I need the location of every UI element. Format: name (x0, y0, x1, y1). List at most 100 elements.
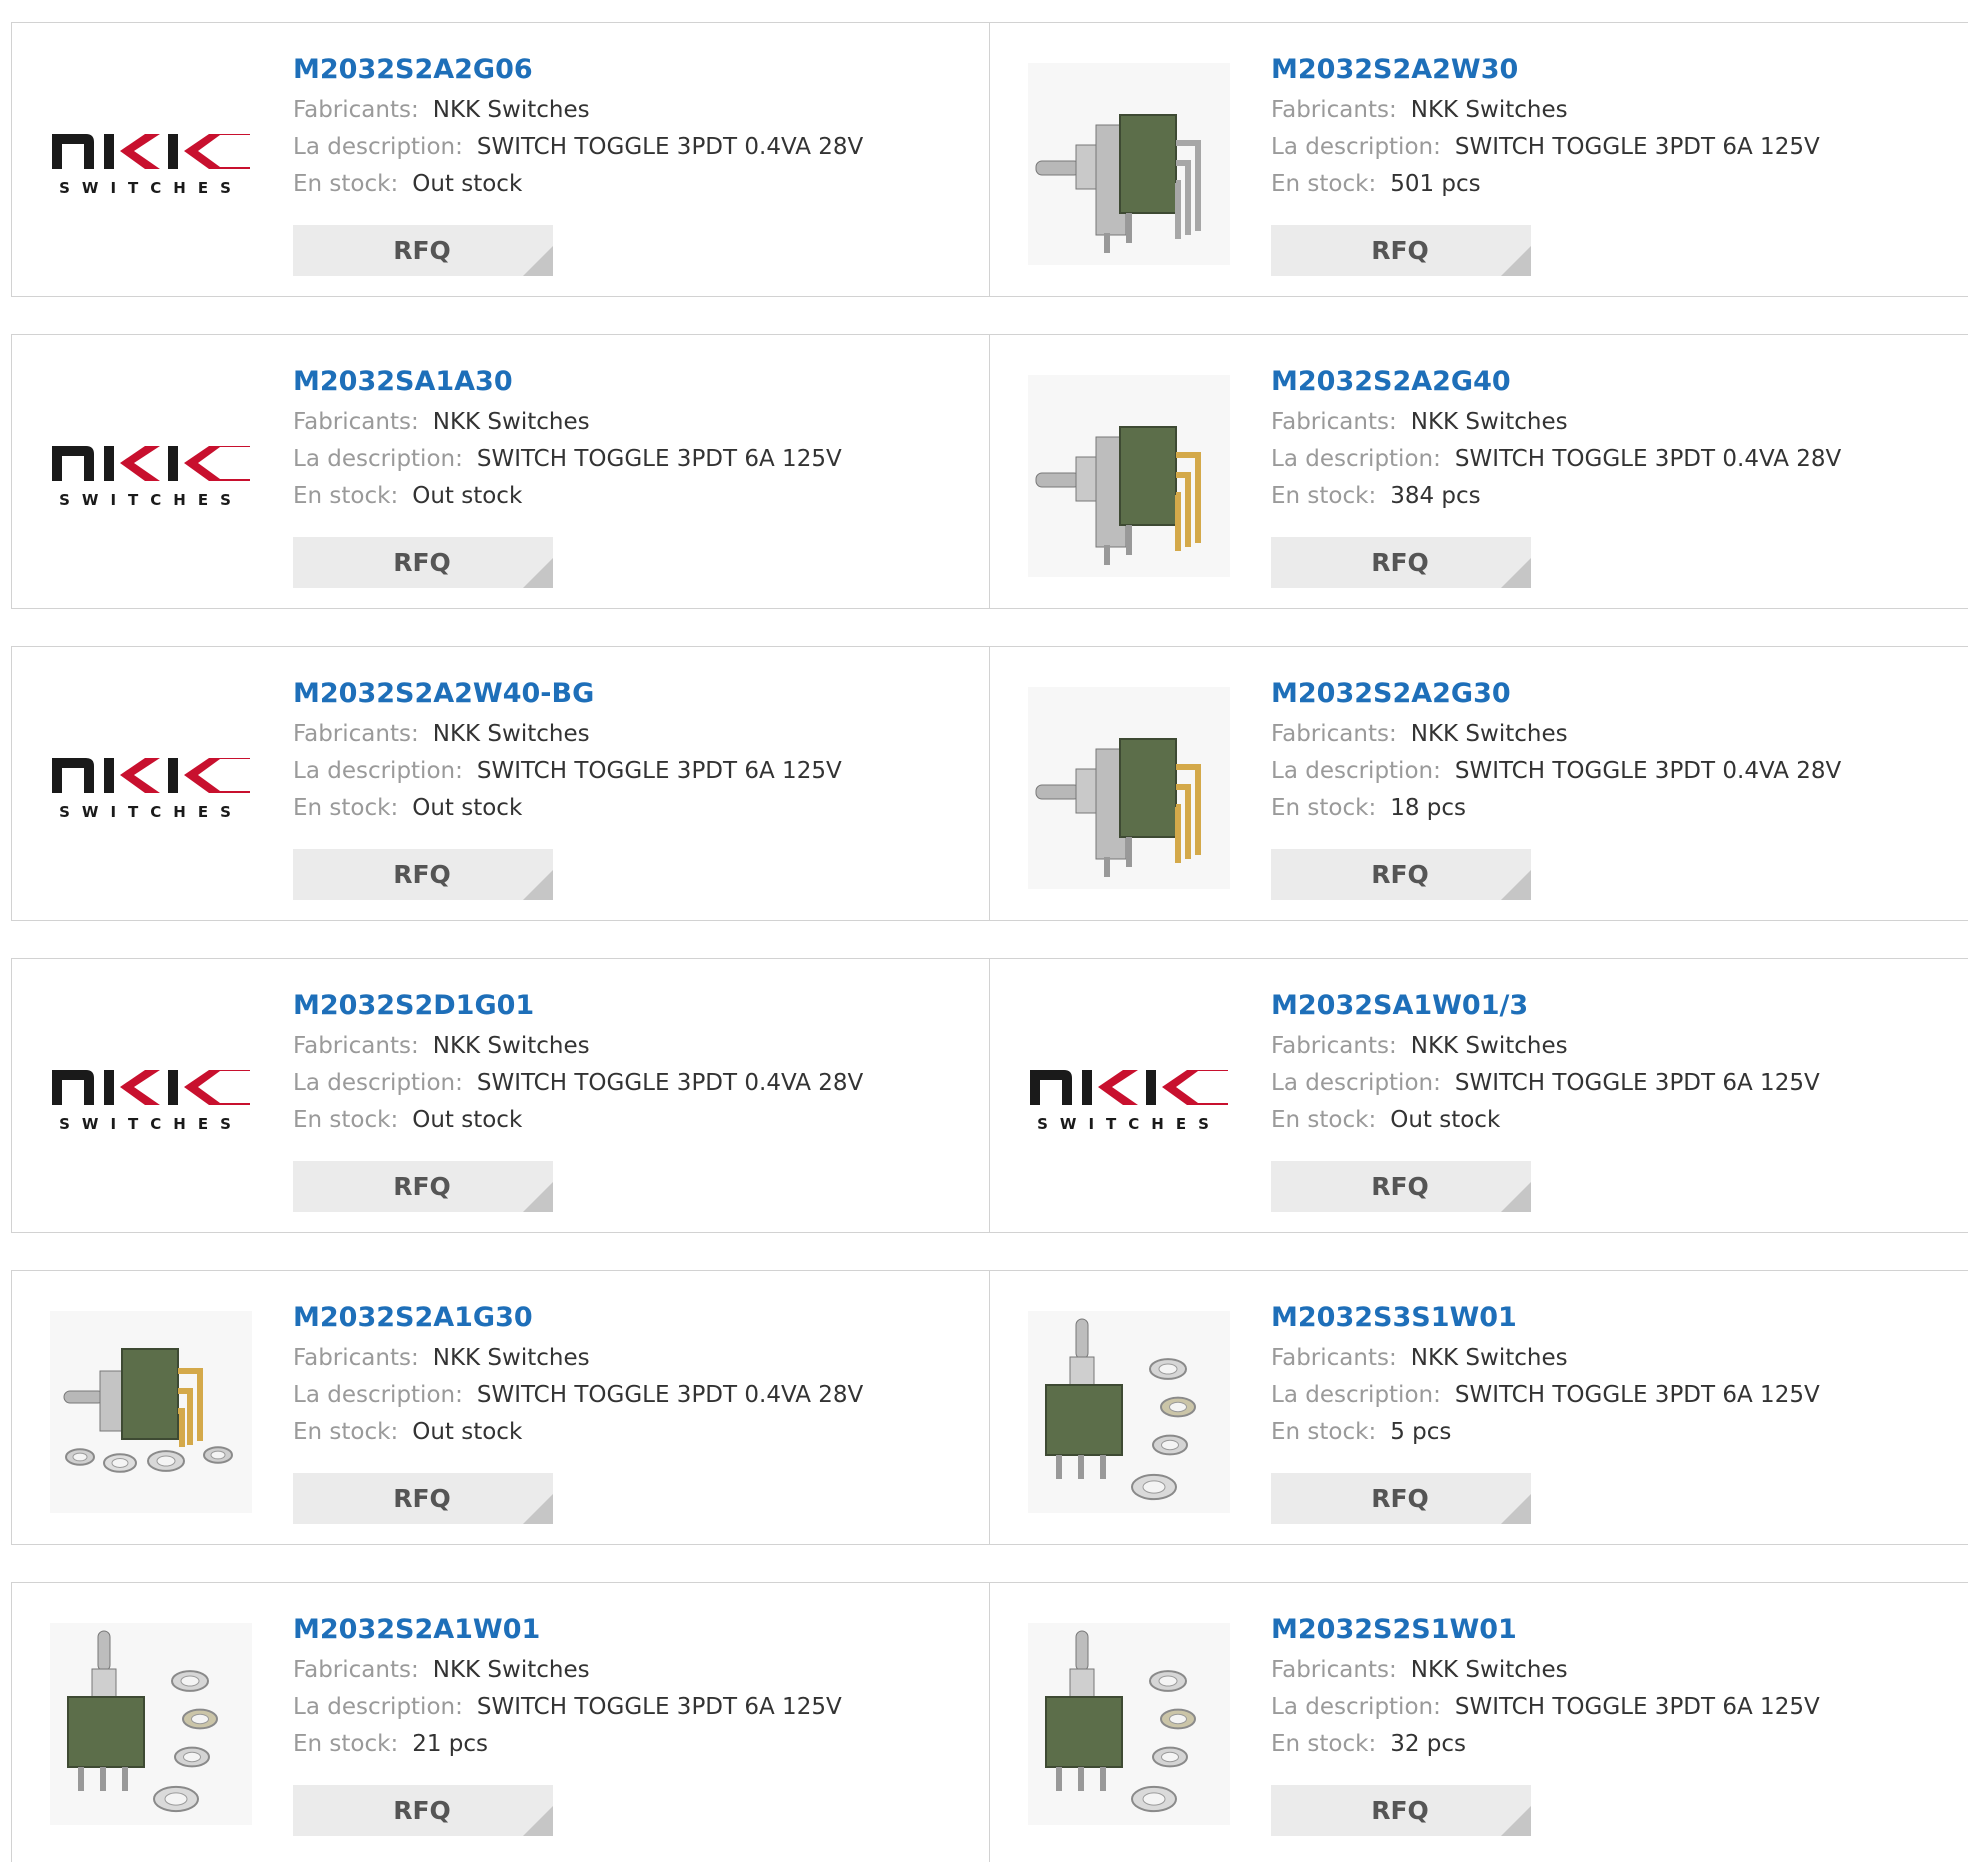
part-number-link[interactable]: M2032S3S1W01 (1271, 1299, 1820, 1337)
stock-value: Out stock (412, 1107, 523, 1133)
part-number-link[interactable]: M2032S2A2W40-BG (293, 675, 842, 713)
product-image[interactable]: SWITCHES (50, 375, 252, 577)
product-list: SWITCHES M2032S2A2G06 Fabricants: NKK Swi… (11, 22, 1968, 1862)
part-number-link[interactable]: M2032S2A2W30 (1271, 51, 1820, 89)
product-image[interactable] (1028, 1623, 1230, 1825)
rfq-label: RFQ (1371, 1172, 1429, 1201)
description-label: La description: (293, 446, 463, 472)
rfq-button[interactable]: RFQ (1271, 849, 1531, 900)
svg-text:SWITCHES: SWITCHES (59, 803, 243, 821)
product-image[interactable]: SWITCHES (1028, 999, 1230, 1201)
manufacturer-value: NKK Switches (1410, 1033, 1568, 1059)
rfq-button[interactable]: RFQ (1271, 1785, 1531, 1836)
part-number-link[interactable]: M2032S2A2G06 (293, 51, 863, 89)
rfq-button[interactable]: RFQ (293, 1161, 553, 1212)
stock-label: En stock: (293, 795, 399, 821)
rfq-button[interactable]: RFQ (293, 225, 553, 276)
description-label: La description: (1271, 758, 1441, 784)
description-value: SWITCH TOGGLE 3PDT 0.4VA 28V (476, 1382, 864, 1408)
product-image[interactable] (1028, 63, 1230, 265)
stock-label: En stock: (1271, 1419, 1377, 1445)
manufacturer-label: Fabricants: (1271, 1345, 1397, 1371)
product-row: SWITCHES M2032S2A2W40-BG Fabricants: NKK … (11, 646, 1968, 921)
product-card: M2032S2A2G40 Fabricants: NKK Switches La … (990, 335, 1968, 608)
product-row: SWITCHES M2032SA1A30 Fabricants: NKK Swit… (11, 334, 1968, 609)
manufacturer-label: Fabricants: (1271, 1657, 1397, 1683)
description-value: SWITCH TOGGLE 3PDT 6A 125V (1454, 1382, 1820, 1408)
product-image[interactable] (1028, 375, 1230, 577)
part-number-link[interactable]: M2032SA1A30 (293, 363, 842, 401)
description-label: La description: (1271, 134, 1441, 160)
stock-label: En stock: (1271, 795, 1377, 821)
description-label: La description: (293, 758, 463, 784)
manufacturer-value: NKK Switches (1410, 1345, 1568, 1371)
rfq-label: RFQ (1371, 1484, 1429, 1513)
corner-triangle-icon (1501, 1494, 1531, 1524)
description-label: La description: (293, 1694, 463, 1720)
manufacturer-label: Fabricants: (293, 1657, 419, 1683)
corner-triangle-icon (523, 558, 553, 588)
part-number-link[interactable]: M2032S2A1W01 (293, 1611, 842, 1649)
product-image[interactable]: SWITCHES (50, 687, 252, 889)
product-row: SWITCHES M2032S2A2G06 Fabricants: NKK Swi… (11, 22, 1968, 297)
rfq-button[interactable]: RFQ (1271, 1161, 1531, 1212)
description-label: La description: (293, 1070, 463, 1096)
description-value: SWITCH TOGGLE 3PDT 6A 125V (1454, 1694, 1820, 1720)
corner-triangle-icon (523, 1494, 553, 1524)
rfq-button[interactable]: RFQ (293, 1785, 553, 1836)
manufacturer-label: Fabricants: (1271, 1033, 1397, 1059)
stock-value: Out stock (412, 483, 523, 509)
stock-label: En stock: (293, 483, 399, 509)
stock-value: 18 pcs (1390, 795, 1467, 821)
part-number-link[interactable]: M2032S2A2G30 (1271, 675, 1841, 713)
stock-label: En stock: (293, 1731, 399, 1757)
corner-triangle-icon (1501, 558, 1531, 588)
rfq-button[interactable]: RFQ (293, 1473, 553, 1524)
part-number-link[interactable]: M2032S2A2G40 (1271, 363, 1841, 401)
manufacturer-label: Fabricants: (1271, 409, 1397, 435)
description-label: La description: (1271, 446, 1441, 472)
product-card: SWITCHES M2032S2A2G06 Fabricants: NKK Swi… (12, 23, 990, 296)
part-number-link[interactable]: M2032S2D1G01 (293, 987, 863, 1025)
product-card: M2032S2S1W01 Fabricants: NKK Switches La … (990, 1583, 1968, 1862)
stock-label: En stock: (1271, 483, 1377, 509)
rfq-button[interactable]: RFQ (1271, 537, 1531, 588)
stock-label: En stock: (293, 171, 399, 197)
manufacturer-label: Fabricants: (293, 97, 419, 123)
part-number-link[interactable]: M2032S2A1G30 (293, 1299, 863, 1337)
product-row: SWITCHES M2032S2D1G01 Fabricants: NKK Swi… (11, 958, 1968, 1233)
part-number-link[interactable]: M2032SA1W01/3 (1271, 987, 1820, 1025)
stock-value: 501 pcs (1390, 171, 1481, 197)
description-value: SWITCH TOGGLE 3PDT 6A 125V (476, 1694, 842, 1720)
rfq-button[interactable]: RFQ (1271, 225, 1531, 276)
stock-value: 384 pcs (1390, 483, 1481, 509)
part-number-link[interactable]: M2032S2S1W01 (1271, 1611, 1820, 1649)
product-row: M2032S2A1W01 Fabricants: NKK Switches La … (11, 1582, 1968, 1862)
manufacturer-value: NKK Switches (432, 409, 590, 435)
product-image[interactable] (50, 1623, 252, 1825)
manufacturer-label: Fabricants: (1271, 721, 1397, 747)
manufacturer-value: NKK Switches (432, 721, 590, 747)
rfq-button[interactable]: RFQ (1271, 1473, 1531, 1524)
product-image[interactable]: SWITCHES (50, 63, 252, 265)
stock-value: Out stock (412, 1419, 523, 1445)
corner-triangle-icon (523, 1182, 553, 1212)
rfq-button[interactable]: RFQ (293, 849, 553, 900)
product-image[interactable] (1028, 1311, 1230, 1513)
product-card: M2032S2A1G30 Fabricants: NKK Switches La … (12, 1271, 990, 1544)
product-image[interactable] (50, 1311, 252, 1513)
rfq-button[interactable]: RFQ (293, 537, 553, 588)
description-value: SWITCH TOGGLE 3PDT 6A 125V (476, 758, 842, 784)
product-row: M2032S2A1G30 Fabricants: NKK Switches La … (11, 1270, 1968, 1545)
corner-triangle-icon (523, 870, 553, 900)
manufacturer-label: Fabricants: (293, 721, 419, 747)
corner-triangle-icon (523, 1806, 553, 1836)
manufacturer-value: NKK Switches (1410, 1657, 1568, 1683)
product-image[interactable] (1028, 687, 1230, 889)
rfq-label: RFQ (1371, 1796, 1429, 1825)
product-card: M2032S2A2G30 Fabricants: NKK Switches La … (990, 647, 1968, 920)
description-value: SWITCH TOGGLE 3PDT 6A 125V (1454, 1070, 1820, 1096)
description-label: La description: (293, 1382, 463, 1408)
product-image[interactable]: SWITCHES (50, 999, 252, 1201)
manufacturer-value: NKK Switches (1410, 97, 1568, 123)
